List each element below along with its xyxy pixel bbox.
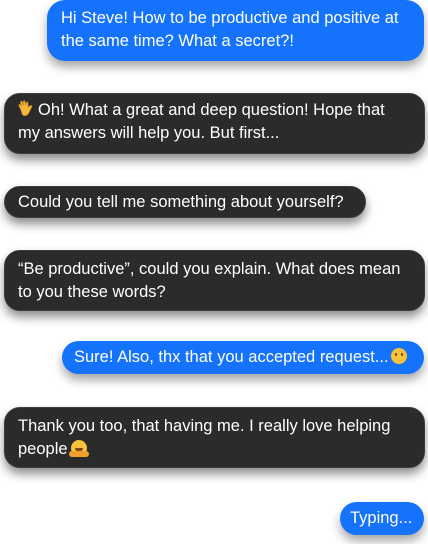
incoming-message[interactable]: Could you tell me something about yourse… [4,186,366,218]
message-text: Oh! What a great and deep question! Hope… [18,101,385,142]
outgoing-message[interactable]: Hi Steve! How to be productive and posit… [47,0,424,61]
chat-thread: Hi Steve! How to be productive and posit… [0,0,428,544]
incoming-message[interactable]: “Be productive”, could you explain. What… [4,250,425,311]
typing-text: Typing... [350,509,413,527]
typing-indicator: Typing... [340,502,424,535]
message-text: Sure! Also, thx that you accepted reques… [74,348,389,366]
hugging-face-icon [68,440,89,457]
incoming-message[interactable]: Thank you too, that having me. I really … [4,407,425,468]
waving-hand-icon [18,100,35,118]
message-text: Hi Steve! How to be productive and posit… [61,9,399,50]
outgoing-message[interactable]: Sure! Also, thx that you accepted reques… [62,341,424,374]
message-text: “Be productive”, could you explain. What… [18,260,401,301]
incoming-message[interactable]: Oh! What a great and deep question! Hope… [4,93,425,154]
message-text: Could you tell me something about yourse… [18,193,344,211]
smiling-face-icon [390,348,407,364]
